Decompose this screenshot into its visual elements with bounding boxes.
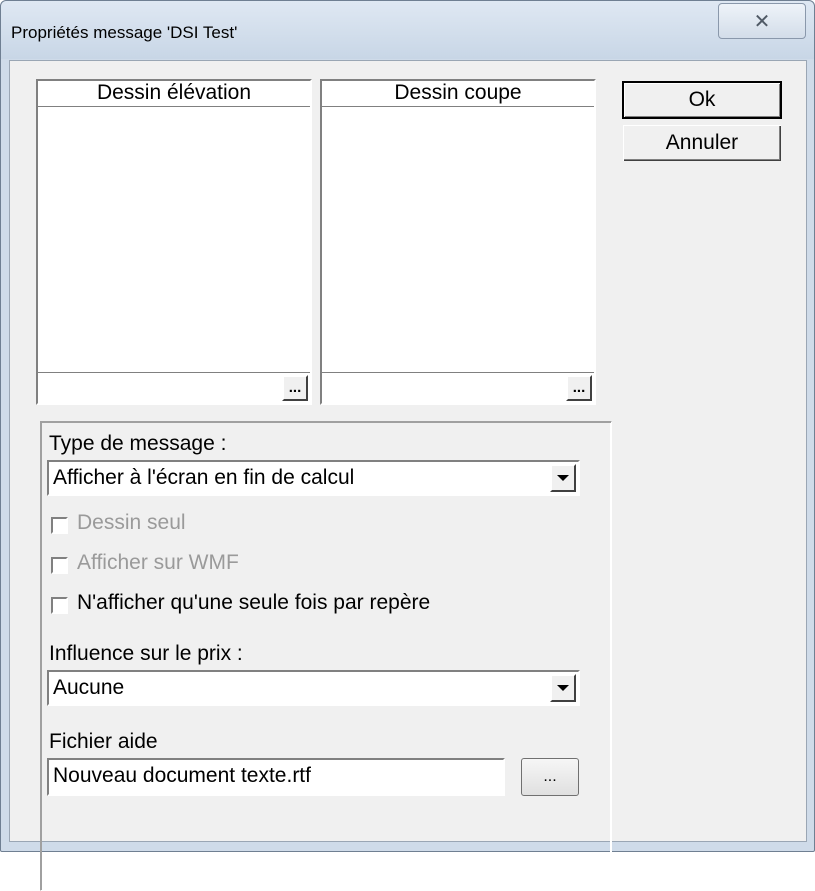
- help-file-browse-button[interactable]: ...: [521, 758, 579, 796]
- section-drawing-footer: [322, 372, 594, 403]
- help-file-value: Nouveau document texte.rtf: [53, 764, 311, 787]
- window-title: Propriétés message 'DSI Test': [11, 23, 238, 42]
- chevron-down-icon: [557, 685, 569, 691]
- chevron-down-icon: [557, 475, 569, 481]
- price-influence-value: Aucune: [53, 676, 125, 699]
- section-drawing-header: Dessin coupe: [322, 81, 594, 107]
- help-file-label: Fichier aide: [49, 730, 158, 753]
- options-group: Type de message : Afficher à l'écran en …: [40, 421, 612, 891]
- message-type-label: Type de message :: [49, 432, 227, 455]
- message-type-value: Afficher à l'écran en fin de calcul: [53, 466, 355, 489]
- elevation-drawing-panel[interactable]: Dessin élévation ...: [36, 79, 312, 405]
- close-button[interactable]: ✕: [718, 3, 806, 39]
- title-bar[interactable]: Propriétés message 'DSI Test' ✕: [1, 1, 814, 59]
- ok-button[interactable]: Ok: [622, 81, 782, 119]
- checkbox-drawing-only[interactable]: [51, 517, 68, 534]
- price-influence-dropdown-button[interactable]: [550, 674, 576, 702]
- checkbox-show-once-per-mark-label: N'afficher qu'une seule fois par repère: [77, 591, 431, 614]
- checkbox-show-on-wmf-label: Afficher sur WMF: [77, 551, 239, 574]
- cancel-label: Annuler: [665, 131, 739, 154]
- cancel-button[interactable]: Annuler: [622, 124, 782, 162]
- help-file-input[interactable]: Nouveau document texte.rtf: [47, 758, 505, 796]
- message-type-select[interactable]: Afficher à l'écran en fin de calcul: [47, 460, 580, 496]
- help-file-browse-label: ...: [543, 768, 557, 785]
- section-browse-label: ...: [572, 379, 586, 396]
- dialog-body: Dessin élévation ... Dessin coupe ... Ok…: [9, 60, 807, 891]
- checkbox-show-on-wmf[interactable]: [51, 557, 68, 574]
- elevation-drawing-footer: [38, 372, 310, 403]
- elevation-drawing-header: Dessin élévation: [38, 81, 310, 107]
- elevation-browse-label: ...: [288, 379, 302, 396]
- section-drawing-panel[interactable]: Dessin coupe ...: [320, 79, 596, 405]
- message-type-dropdown-button[interactable]: [550, 464, 576, 492]
- elevation-browse-button[interactable]: ...: [282, 375, 308, 401]
- dialog-window: Propriétés message 'DSI Test' ✕ Dessin é…: [0, 0, 815, 891]
- checkbox-show-once-per-mark[interactable]: [51, 597, 68, 614]
- price-influence-label: Influence sur le prix :: [49, 642, 243, 665]
- price-influence-select[interactable]: Aucune: [47, 670, 580, 706]
- checkbox-drawing-only-label: Dessin seul: [77, 511, 186, 534]
- ok-label: Ok: [688, 88, 716, 111]
- section-browse-button[interactable]: ...: [566, 375, 592, 401]
- close-icon: ✕: [753, 10, 771, 33]
